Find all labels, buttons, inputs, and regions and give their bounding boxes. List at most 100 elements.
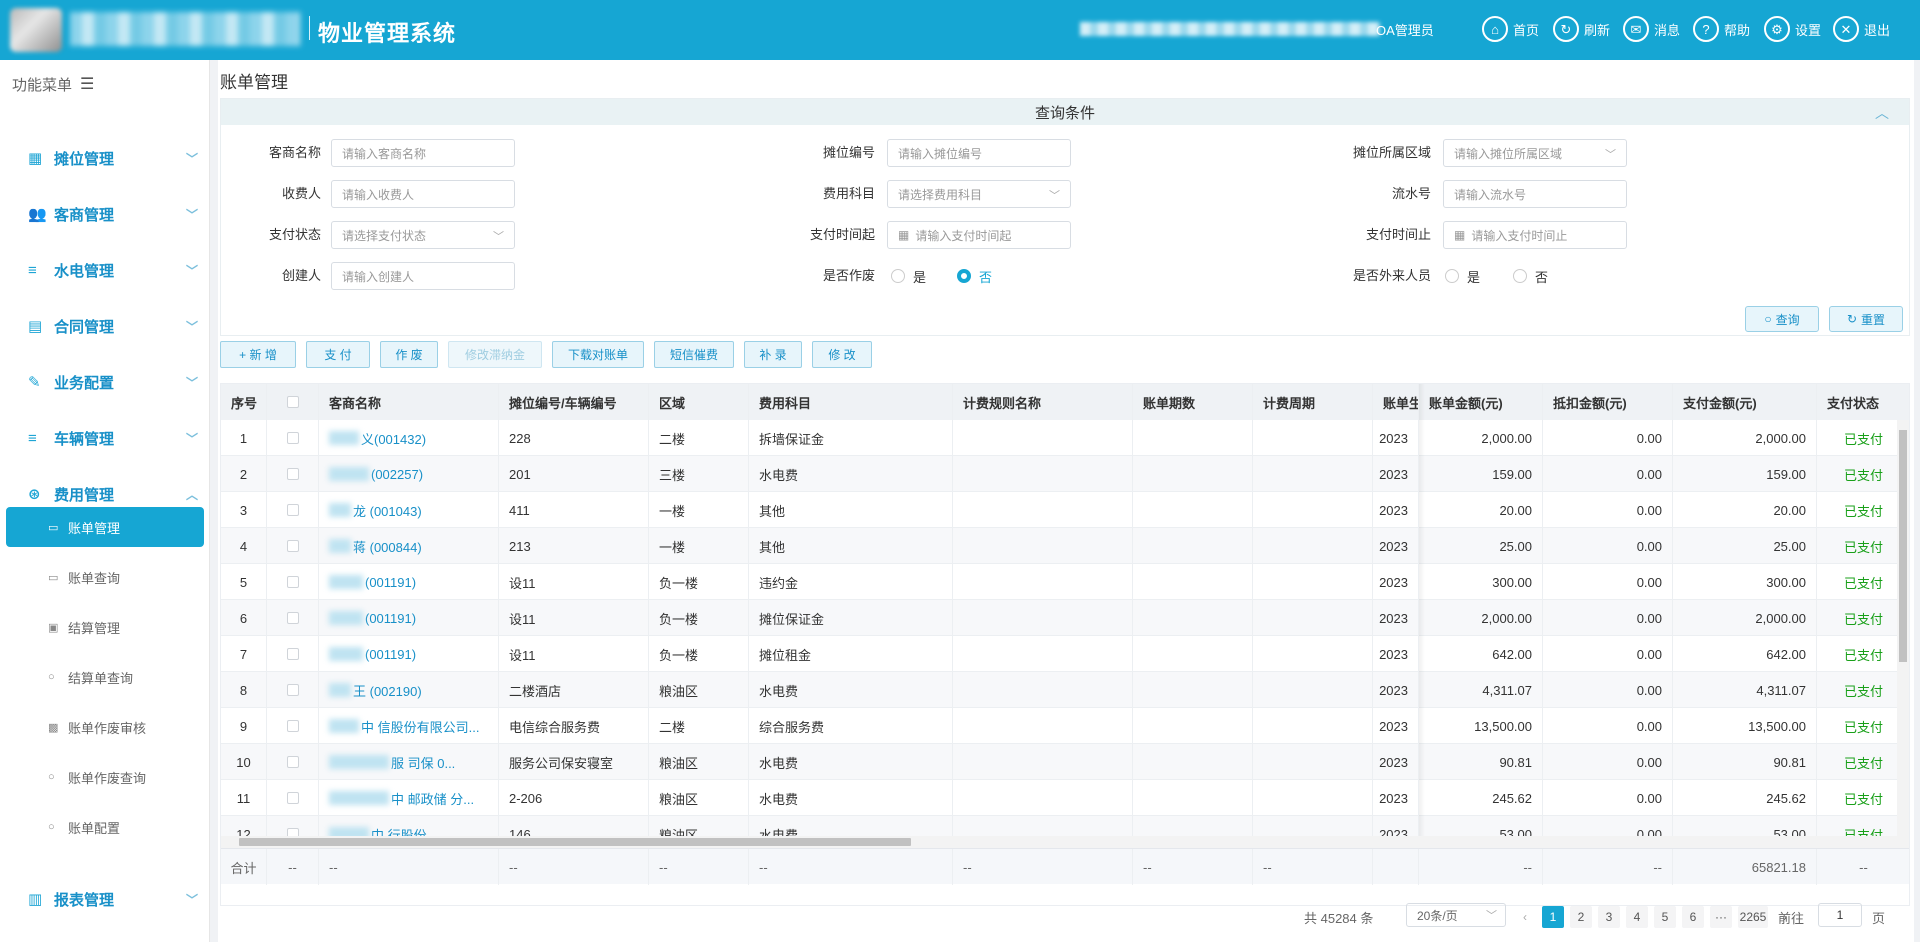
merchant-name[interactable]: 龙 (001043)	[353, 501, 422, 520]
is-outside-yes-radio[interactable]: 是	[1445, 262, 1480, 290]
stall-area-select[interactable]: 请输入摊位所属区域 ﹀	[1443, 139, 1627, 167]
select-all-checkbox[interactable]	[286, 396, 299, 408]
page-number[interactable]: 6	[1682, 906, 1704, 928]
page-size-select[interactable]: 20条/页 ﹀	[1406, 903, 1506, 927]
merchant-name[interactable]: (001191)	[365, 647, 416, 662]
help-icon: ?	[1693, 16, 1719, 42]
sidebar-item-bottom-0[interactable]: ▥ 报表管理 ﹀	[0, 879, 209, 919]
stall-no-input[interactable]: 请输入摊位编号	[887, 139, 1071, 167]
chevron-up-icon[interactable]: ︿	[1875, 103, 1889, 123]
toolbar-button-6[interactable]: 补 录	[744, 341, 802, 368]
sidebar-subitem-0[interactable]: ▭ 账单管理	[6, 507, 204, 547]
query-panel-header[interactable]: 查询条件 ︿	[221, 99, 1909, 125]
merchant-link[interactable]: (001191)	[319, 600, 499, 636]
horizontal-scrollbar[interactable]	[221, 836, 1909, 848]
sidebar-item-1[interactable]: 👥 客商管理 ﹀	[0, 194, 209, 234]
sidebar-item-3[interactable]: ▤ 合同管理 ﹀	[0, 306, 209, 346]
column-header[interactable]	[267, 384, 319, 420]
page-number[interactable]: 1	[1542, 906, 1564, 928]
merchant-name[interactable]: (001191)	[365, 575, 416, 590]
scroll-thumb[interactable]	[239, 838, 911, 846]
query-button[interactable]: ○ 查询	[1745, 306, 1819, 332]
merchant-link[interactable]: (001191)	[319, 564, 499, 600]
row-checkbox[interactable]	[286, 720, 299, 732]
row-checkbox[interactable]	[286, 468, 299, 480]
row-checkbox[interactable]	[286, 756, 299, 768]
creator-input[interactable]: 请输入创建人	[331, 262, 515, 290]
reset-button[interactable]: ↻ 重置	[1829, 306, 1903, 332]
page-number[interactable]: 3	[1598, 906, 1620, 928]
is-void-yes-radio[interactable]: 是	[891, 262, 926, 290]
pay-status-select[interactable]: 请选择支付状态 ﹀	[331, 221, 515, 249]
merchant-name[interactable]: (002257)	[371, 467, 423, 482]
page-number[interactable]: 2265	[1738, 906, 1768, 928]
merchant-link[interactable]: 蒋 (000844)	[319, 528, 499, 564]
toolbar-button-7[interactable]: 修 改	[812, 341, 872, 368]
payee-input[interactable]: 请输入收费人	[331, 180, 515, 208]
header-nav-help[interactable]: ? 帮助	[1693, 15, 1750, 43]
sidebar-item-0[interactable]: ▦ 摊位管理 ﹀	[0, 138, 209, 178]
page-number[interactable]: 5	[1654, 906, 1676, 928]
merchant-name[interactable]: 王 (002190)	[353, 681, 422, 700]
header-nav-gear[interactable]: ⚙ 设置	[1764, 15, 1821, 43]
merchant-link[interactable]: (002257)	[319, 456, 499, 492]
menu-toggle-icon[interactable]: ☰	[80, 74, 94, 94]
row-checkbox[interactable]	[286, 612, 299, 624]
page-number[interactable]: 2	[1570, 906, 1592, 928]
sidebar-subitem-6[interactable]: ○ 账单配置	[6, 807, 204, 847]
row-checkbox[interactable]	[286, 648, 299, 660]
row-checkbox[interactable]	[286, 684, 299, 696]
header-nav-mail[interactable]: ✉ 消息	[1623, 15, 1680, 43]
sidebar-subitem-1[interactable]: ▭ 账单查询	[6, 557, 204, 597]
header-nav-close[interactable]: ✕ 退出	[1833, 15, 1890, 43]
merchant-link[interactable]: 龙 (001043)	[319, 492, 499, 528]
header-nav-refresh[interactable]: ↻ 刷新	[1553, 15, 1610, 43]
summary-row: 合计 -- -- -- -- -- -- -- -- -- -- 65821.18 --	[221, 848, 1909, 885]
sidebar-subitem-3[interactable]: ○ 结算单查询	[6, 657, 204, 697]
page-number[interactable]: 4	[1626, 906, 1648, 928]
merchant-name[interactable]: 服 司保 0...	[391, 753, 455, 772]
pay-end-date[interactable]: ▦ 请输入支付时间止	[1443, 221, 1627, 249]
toolbar-button-2[interactable]: 作 废	[380, 341, 438, 368]
sidebar-item-2[interactable]: ≡ 水电管理 ﹀	[0, 250, 209, 290]
row-checkbox[interactable]	[286, 432, 299, 444]
merchant-link[interactable]: 服 司保 0...	[319, 744, 499, 780]
sidebar-item-4[interactable]: ✎ 业务配置 ﹀	[0, 362, 209, 402]
row-checkbox[interactable]	[286, 792, 299, 804]
goto-page-input[interactable]: 1	[1818, 903, 1862, 927]
pay-start-date[interactable]: ▦ 请输入支付时间起	[887, 221, 1071, 249]
toolbar-button-4[interactable]: 下载对账单	[552, 341, 644, 368]
sidebar-subitem-5[interactable]: ○ 账单作废查询	[6, 757, 204, 797]
page-number[interactable]: ···	[1710, 906, 1732, 928]
serial-input[interactable]: 请输入流水号	[1443, 180, 1627, 208]
sidebar-item-5[interactable]: ≡ 车辆管理 ﹀	[0, 418, 209, 458]
row-checkbox[interactable]	[286, 576, 299, 588]
merchant-name[interactable]: (001191)	[365, 611, 416, 626]
toolbar-button-0[interactable]: + 新 增	[220, 341, 296, 368]
merchant-name[interactable]: 中 信股份有限公司...	[361, 717, 479, 736]
merchant-link[interactable]: 中 邮政储 分...	[319, 780, 499, 816]
vertical-scrollbar[interactable]	[1897, 420, 1909, 836]
sidebar-subitem-2[interactable]: ▣ 结算管理	[6, 607, 204, 647]
merchant-name[interactable]: 中 邮政储 分...	[391, 789, 474, 808]
sidebar-item-bottom-1[interactable]: ▤消息管理﹀	[0, 934, 209, 942]
header-nav-home[interactable]: ⌂ 首页	[1482, 15, 1539, 43]
merchant-link[interactable]: 义(001432)	[319, 420, 499, 456]
toolbar-button-1[interactable]: 支 付	[306, 341, 370, 368]
merchant-link[interactable]: 中 信股份有限公司...	[319, 708, 499, 744]
merchant-input[interactable]: 请输入客商名称	[331, 139, 515, 167]
row-checkbox[interactable]	[286, 504, 299, 516]
row-checkbox[interactable]	[286, 540, 299, 552]
toolbar-button-5[interactable]: 短信催费	[654, 341, 734, 368]
sidebar-subitem-4[interactable]: ▩ 账单作废审核	[6, 707, 204, 747]
prev-page-button[interactable]: ‹	[1514, 906, 1536, 928]
fee-item-select[interactable]: 请选择费用科目 ﹀	[887, 180, 1071, 208]
scroll-thumb[interactable]	[1899, 430, 1907, 662]
is-void-no-radio[interactable]: 否	[957, 262, 992, 290]
summary-total-paid: 65821.18	[1673, 849, 1817, 885]
merchant-name[interactable]: 蒋 (000844)	[353, 537, 422, 556]
merchant-name[interactable]: 义(001432)	[361, 429, 426, 448]
merchant-link[interactable]: 王 (002190)	[319, 672, 499, 708]
is-outside-no-radio[interactable]: 否	[1513, 262, 1548, 290]
merchant-link[interactable]: (001191)	[319, 636, 499, 672]
